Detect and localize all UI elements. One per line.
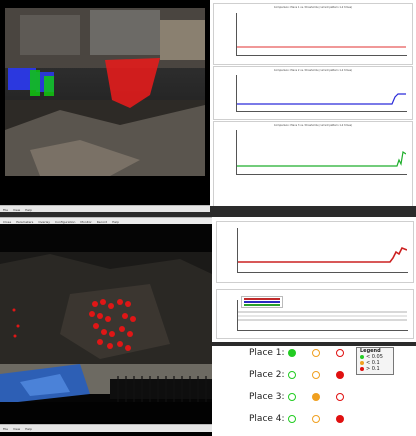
mid-plot-titlebar	[212, 212, 416, 217]
bottom-camera-image	[0, 224, 212, 422]
orange-dot-icon	[360, 361, 364, 365]
series-line	[237, 93, 406, 105]
place-label: Place 1:	[249, 348, 285, 358]
plot-title: Comparison: Place 1 vs. thresholds (curr…	[273, 6, 353, 9]
series-line	[238, 246, 407, 263]
indicator-empty-circle-icon	[288, 393, 296, 401]
indicator-empty-circle-icon	[312, 371, 320, 379]
red-dot-icon	[360, 367, 364, 371]
indicator-empty-circle-icon	[312, 415, 320, 423]
legend-label: > 0.1	[366, 366, 380, 372]
indicator-empty-circle-icon	[288, 415, 296, 423]
menu-help[interactable]: Help	[25, 427, 32, 431]
indicator-red-circle-icon	[336, 371, 344, 379]
indicator-titlebar	[212, 342, 416, 346]
menu-file[interactable]: File	[3, 208, 8, 212]
top-camera-image	[0, 0, 210, 205]
toolbar-help[interactable]: Help	[112, 220, 119, 224]
lower-plot-window	[212, 286, 416, 342]
menu-file[interactable]: File	[3, 427, 8, 431]
indicator-empty-circle-icon	[312, 349, 320, 357]
plot-place-2: Comparison: Place 2 vs. thresholds (curr…	[213, 66, 413, 120]
toolbar-monitor[interactable]: Monitor	[80, 220, 91, 224]
indicator-panel: Legend < 0.05 < 0.1 > 0.1 Place 1: Place …	[212, 342, 416, 436]
series-lines	[238, 311, 407, 321]
menu-view[interactable]: View	[13, 208, 20, 212]
place-label: Place 4:	[249, 414, 285, 424]
legend-box: Legend < 0.05 < 0.1 > 0.1	[356, 347, 394, 375]
toolbar-overlay[interactable]: Overlay	[38, 220, 50, 224]
indicator-empty-circle-icon	[336, 349, 344, 357]
top-plots-window: Comparison: Place 1 vs. thresholds (curr…	[210, 0, 416, 212]
plot-place-1: Comparison: Place 1 vs. thresholds (curr…	[213, 3, 413, 65]
plot-title: Comparison: Place 2 vs. thresholds (curr…	[273, 69, 353, 72]
bottom-camera-menubar: File View Help	[0, 424, 215, 432]
top-camera-menubar: File View Help	[0, 205, 210, 212]
place-label: Place 2:	[249, 370, 285, 380]
indicator-green-circle-icon	[288, 349, 296, 357]
series-line	[237, 46, 406, 48]
green-dot-icon	[360, 355, 364, 359]
menu-help[interactable]: Help	[25, 208, 32, 212]
toolbar-parameters[interactable]: Parameters	[16, 220, 33, 224]
bottom-camera-window: Close Parameters Overlay Configuration M…	[0, 212, 215, 436]
series-line	[237, 150, 406, 167]
indicator-red-circle-icon	[336, 415, 344, 423]
plot-place-3: Comparison: Place 3 vs. thresholds (curr…	[213, 121, 413, 207]
toolbar-configuration[interactable]: Configuration	[55, 220, 75, 224]
indicator-empty-circle-icon	[336, 393, 344, 401]
indicator-empty-circle-icon	[288, 371, 296, 379]
toolbar-close[interactable]: Close	[3, 220, 11, 224]
plot-mid	[216, 221, 414, 283]
place-label: Place 3:	[249, 392, 285, 402]
top-camera-view: File View Help	[0, 0, 210, 212]
toolbar-record[interactable]: Record	[97, 220, 107, 224]
mid-plot-window	[212, 212, 416, 286]
indicator-orange-circle-icon	[312, 393, 320, 401]
plot-lower	[216, 289, 414, 339]
menu-view[interactable]: View	[13, 427, 20, 431]
plot-title: Comparison: Place 3 vs. thresholds (curr…	[273, 124, 353, 127]
